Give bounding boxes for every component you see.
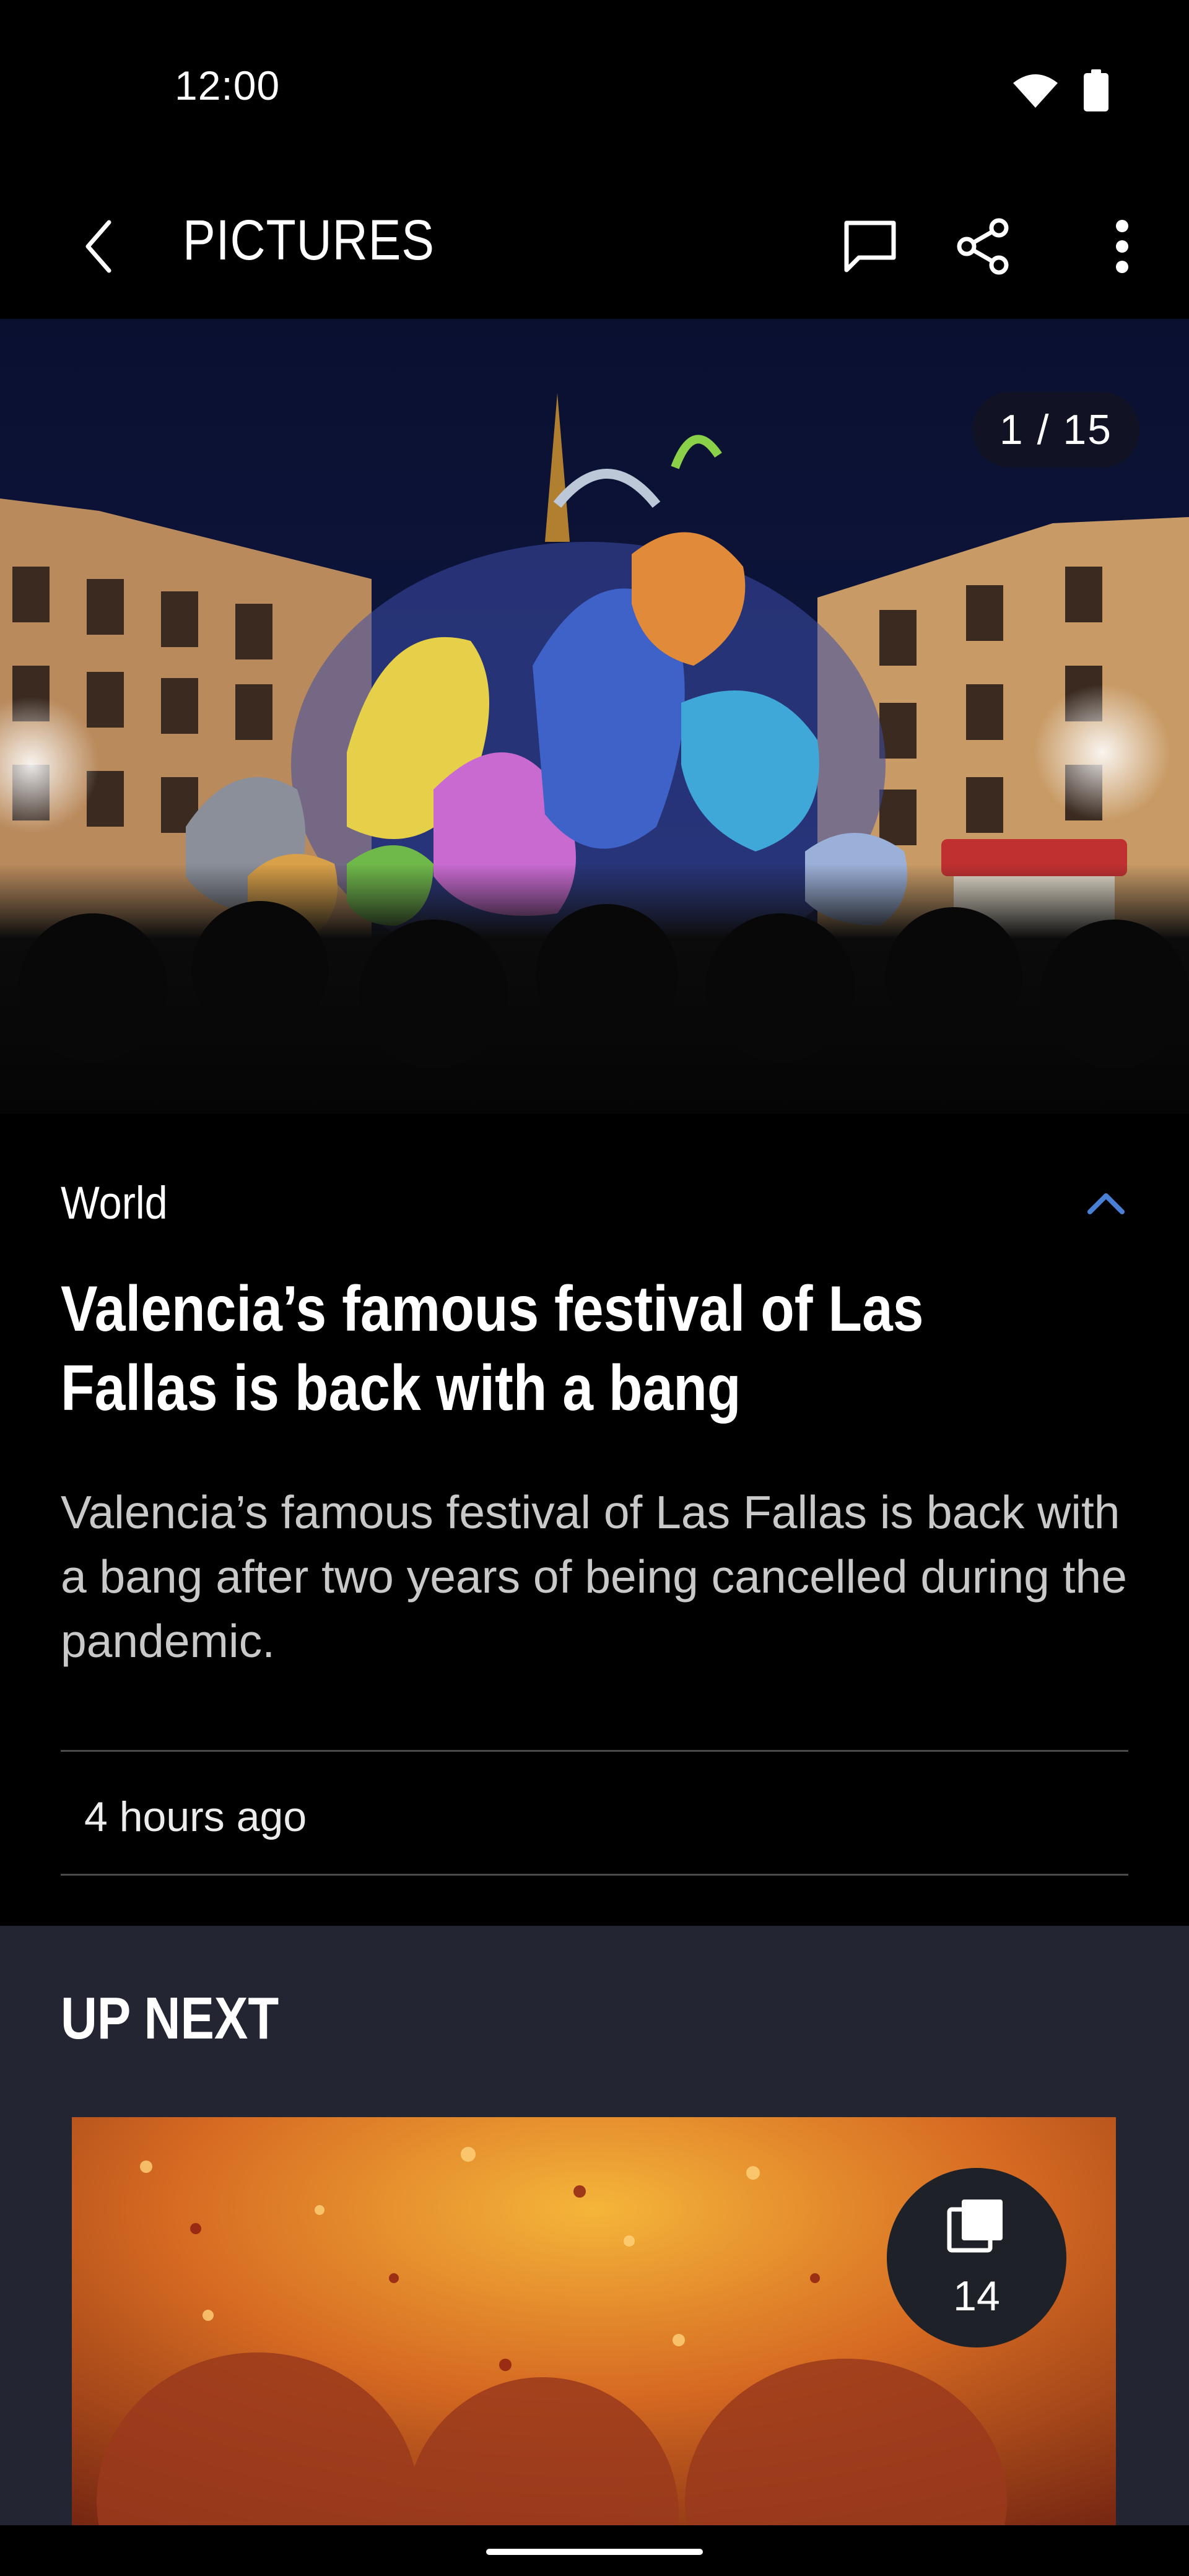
app-bar: PICTURES xyxy=(0,180,1189,319)
gallery-count: 14 xyxy=(953,2272,1000,2320)
gallery-stack-icon xyxy=(946,2196,1008,2261)
image-counter: 1 / 15 xyxy=(972,392,1139,468)
battery-icon xyxy=(1084,69,1108,115)
home-handle[interactable] xyxy=(486,2549,703,2555)
gallery-photo[interactable]: 1 / 15 xyxy=(0,319,1189,1113)
status-icons xyxy=(1012,69,1108,115)
article-headline: Valencia’s famous festival of Las Fallas… xyxy=(61,1273,924,1424)
divider xyxy=(61,1750,1128,1752)
comments-button[interactable] xyxy=(827,204,913,291)
up-next-title: UP NEXT xyxy=(61,1985,279,2052)
up-next-section: UP NEXT 14 xyxy=(0,1926,1189,2576)
divider xyxy=(61,1874,1128,1876)
status-bar: 12:00 xyxy=(0,0,1189,180)
gallery-count-badge: 14 xyxy=(887,2168,1066,2348)
more-options-button[interactable] xyxy=(1079,204,1165,291)
back-button[interactable] xyxy=(62,211,136,285)
article-summary: Valencia’s famous festival of Las Fallas… xyxy=(61,1486,1127,1667)
wifi-icon xyxy=(1012,72,1059,112)
comment-icon xyxy=(840,217,900,279)
share-icon xyxy=(952,215,1014,281)
more-vert-icon xyxy=(1113,219,1131,277)
page-title: PICTURES xyxy=(183,209,435,272)
system-nav-bar xyxy=(0,2525,1189,2576)
up-next-card[interactable]: 14 xyxy=(72,2117,1116,2576)
chevron-up-icon xyxy=(1086,1191,1126,1219)
chevron-left-icon xyxy=(81,219,118,277)
collapse-caption-button[interactable] xyxy=(1075,1177,1137,1232)
share-button[interactable] xyxy=(939,204,1026,291)
article-timestamp: 4 hours ago xyxy=(84,1793,307,1840)
status-time: 12:00 xyxy=(175,63,281,108)
article-category[interactable]: World xyxy=(61,1177,168,1229)
